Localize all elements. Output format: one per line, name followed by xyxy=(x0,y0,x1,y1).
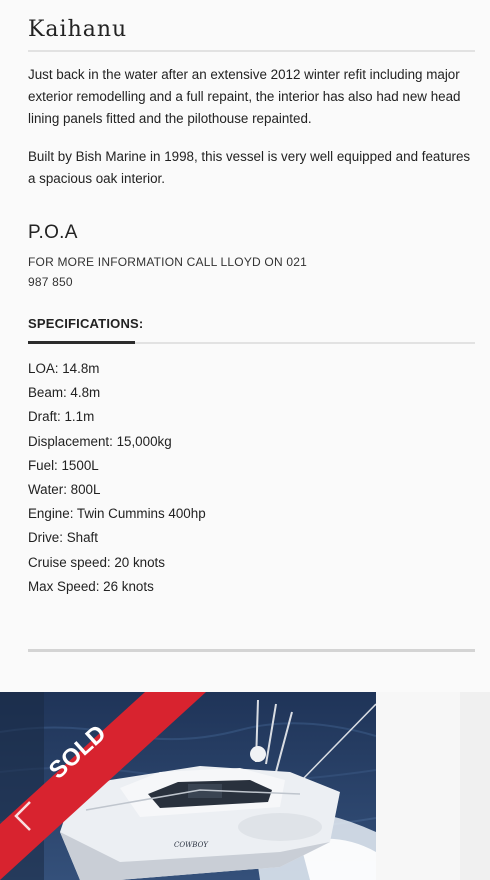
section-divider xyxy=(28,649,475,652)
spec-item-loa: LOA: 14.8m xyxy=(28,361,100,376)
hull-name-text: COWBOY xyxy=(174,841,209,849)
boat-photo-slider[interactable]: COWBOY SOLD xyxy=(0,692,376,880)
listing-title: Kaihanu xyxy=(28,17,128,42)
spec-item-fuel: Fuel: 1500L xyxy=(28,457,99,473)
boat-photo: COWBOY SOLD xyxy=(0,692,376,880)
specifications-heading: SPECIFICATIONS: xyxy=(28,316,144,331)
spec-item-water: Water: 800L xyxy=(28,481,101,497)
spec-item-beam: Beam: 4.8m xyxy=(28,385,101,401)
title-divider xyxy=(28,50,475,52)
spec-item-displacement: Displacement: 15,000kg xyxy=(28,433,172,449)
spec-item-engine: Engine: Twin Cummins 400hp xyxy=(28,506,206,522)
description-paragraph-2: Built by Bish Marine in 1998, this vesse… xyxy=(28,149,471,186)
spec-item-cruise-speed: Cruise speed: 20 knots xyxy=(28,554,165,570)
contact-info: FOR MORE INFORMATION CALL LLOYD ON 021 9… xyxy=(28,255,307,289)
next-slide-preview[interactable] xyxy=(376,692,490,880)
spec-item-draft: Draft: 1.1m xyxy=(28,409,95,425)
spec-item-max-speed: Max Speed: 26 knots xyxy=(28,578,154,594)
specifications-underline xyxy=(28,341,135,344)
description-paragraph-1: Just back in the water after an extensiv… xyxy=(28,67,461,126)
specifications-list: LOA: 14.8m Beam: 4.8m Draft: 1.1m Displa… xyxy=(28,358,206,600)
spec-item-drive: Drive: Shaft xyxy=(28,530,98,546)
price-label: P.O.A xyxy=(28,222,78,243)
